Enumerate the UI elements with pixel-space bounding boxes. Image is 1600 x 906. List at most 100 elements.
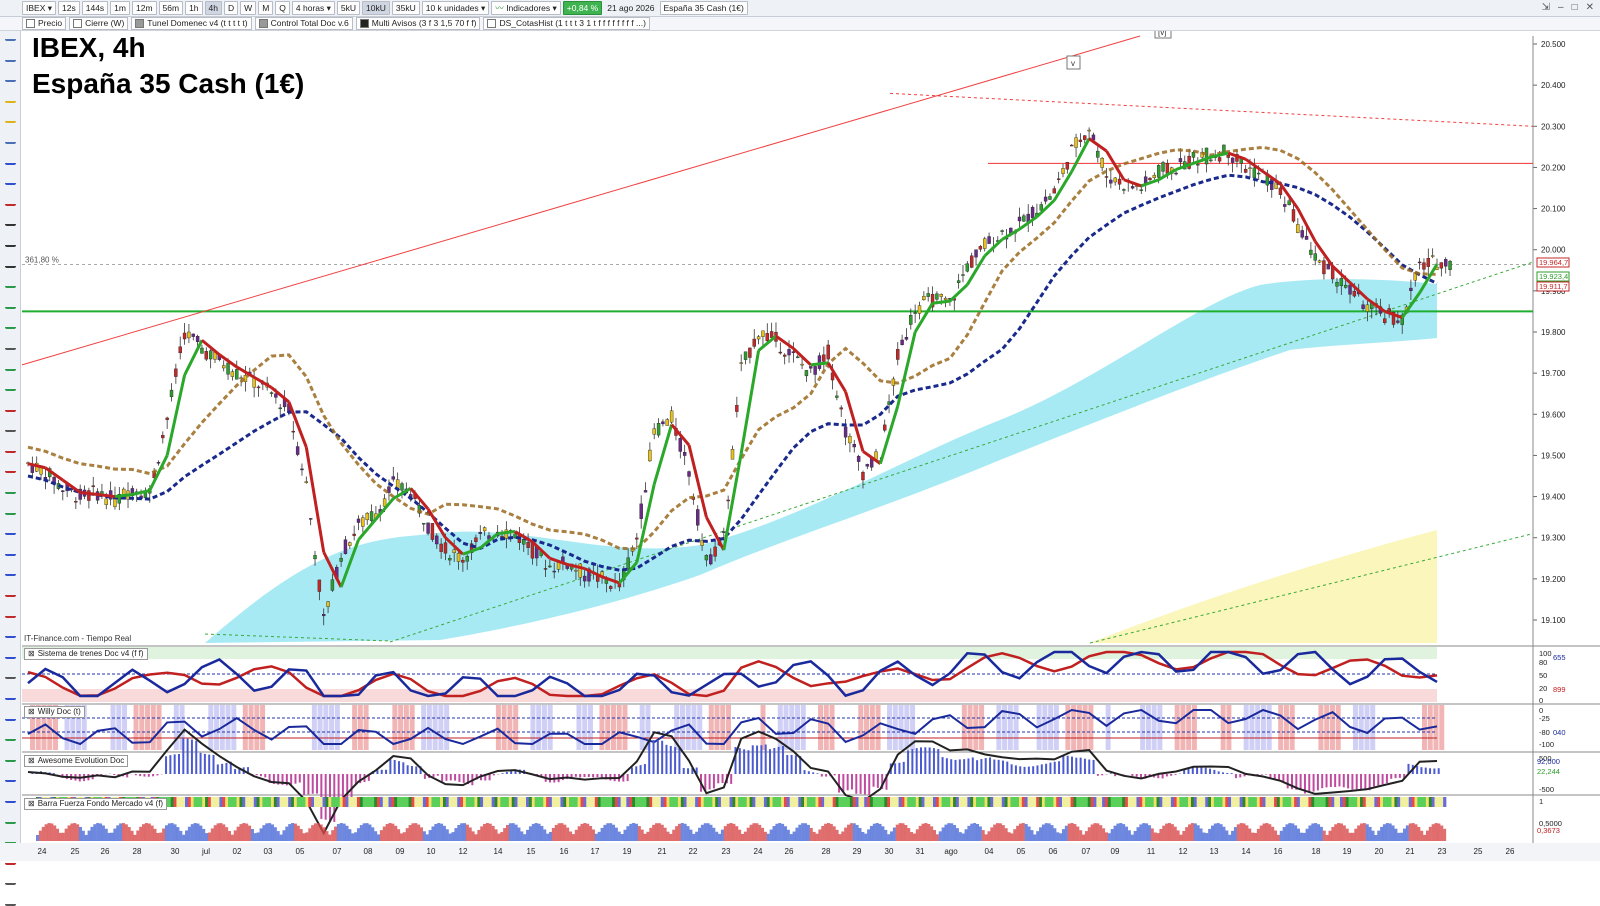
tf-4h-button[interactable]: 4h xyxy=(204,1,223,15)
fuerza-bottom-bar xyxy=(259,828,263,841)
fuerza-top-bar xyxy=(663,797,667,807)
tf-12s-button[interactable]: 12s xyxy=(58,1,80,15)
close-icon[interactable]: ⊠ xyxy=(28,707,35,717)
tf-q-button[interactable]: Q xyxy=(275,1,290,15)
fuerza-top-bar xyxy=(483,797,487,807)
candle-body xyxy=(1283,204,1287,207)
fuerza-top-bar xyxy=(1211,797,1215,807)
symbol-select[interactable]: IBEX ▾ xyxy=(22,1,57,15)
indicator-cierre[interactable]: Cierre (W) xyxy=(69,17,129,30)
tf-144s-button[interactable]: 144s xyxy=(81,1,109,15)
fuerza-top-bar xyxy=(1259,797,1263,807)
fuerza-bottom-bar xyxy=(1365,824,1369,841)
indicator-control-total[interactable]: Control Total Doc v.6 xyxy=(254,17,353,30)
tf-m-button[interactable]: M xyxy=(258,1,274,15)
fuerza-top-bar xyxy=(652,797,656,807)
unit-10ku-button[interactable]: 10kU xyxy=(362,1,390,15)
x-tick-label: 07 xyxy=(1082,847,1091,856)
fuerza-bottom-bar xyxy=(399,833,403,841)
fuerza-bottom-bar xyxy=(1380,826,1384,841)
fuerza-top-bar xyxy=(1345,797,1349,807)
tool-icon[interactable] xyxy=(4,878,16,886)
close-icon[interactable]: ⊠ xyxy=(28,649,35,659)
fuerza-bottom-bar xyxy=(978,826,982,841)
fuerza-bottom-bar xyxy=(339,823,343,841)
panel-label-barra[interactable]: ⊠ Barra Fuerza Fondo Mercado v4 (f) xyxy=(24,798,168,810)
candle-body xyxy=(778,351,783,354)
fuerza-bottom-bar xyxy=(176,827,180,841)
price-chart[interactable]: 20.500 20.400 20.300 20.200 20.100 20.000 19.9… xyxy=(0,31,1600,861)
panel-label-willy[interactable]: ⊠ Willy Doc (t) xyxy=(24,706,85,718)
checkbox-icon xyxy=(26,19,35,28)
fuerza-bottom-bar xyxy=(1139,824,1143,841)
fast-average-segment xyxy=(497,530,516,536)
tf-1h-button[interactable]: 1h xyxy=(185,1,203,15)
indicator-tunel[interactable]: Tunel Domenec v4 (t t t t t) xyxy=(131,17,252,30)
tf-1m-button[interactable]: 1m xyxy=(110,1,130,15)
fuerza-bottom-bar xyxy=(890,831,894,841)
indicator-precio[interactable]: Precio xyxy=(22,17,67,30)
fuerza-bottom-bar xyxy=(144,823,148,841)
fuerza-bottom-bar xyxy=(382,826,386,841)
minimize-icon[interactable]: – xyxy=(1558,2,1564,13)
fuerza-top-bar xyxy=(1342,797,1347,807)
y-tick-label: 20.300 xyxy=(1541,122,1566,131)
unit-35ku-button[interactable]: 35kU xyxy=(391,1,420,15)
fuerza-top-bar xyxy=(950,797,954,807)
close-icon[interactable]: ✕ xyxy=(1586,2,1594,13)
candle-body xyxy=(187,331,191,339)
fuerza-bottom-bar xyxy=(821,825,825,841)
fuerza-top-bar xyxy=(1173,797,1177,807)
candle-body xyxy=(226,362,230,375)
panel-label-trenes[interactable]: ⊠ Sistema de trenes Doc v4 (f f) xyxy=(24,648,148,660)
fuerza-bottom-bar xyxy=(649,827,653,841)
candle-body xyxy=(974,249,978,258)
fuerza-bottom-bar xyxy=(892,827,896,841)
fuerza-top-bar xyxy=(574,797,578,807)
tool-icon[interactable] xyxy=(4,899,16,906)
fuerza-bottom-bar xyxy=(1434,823,1438,841)
fuerza-bottom-bar xyxy=(316,823,320,841)
fuerza-bottom-bar xyxy=(1259,825,1263,841)
fuerza-top-bar xyxy=(1339,797,1344,807)
indicator-multi-avisos[interactable]: Multi Avisos (3 f 3 1,5 70 f f) xyxy=(355,17,481,30)
indicator-label: Cierre (W) xyxy=(85,18,125,28)
fuerza-bottom-bar xyxy=(345,825,349,841)
fuerza-bottom-bar xyxy=(523,834,527,841)
x-tick-label: 07 xyxy=(333,847,342,856)
tf-12m-button[interactable]: 12m xyxy=(131,1,157,15)
tf-w-button[interactable]: W xyxy=(240,1,257,15)
fuerza-bottom-bar xyxy=(1110,829,1114,841)
candle-body xyxy=(769,331,774,338)
maximize-icon[interactable]: □ xyxy=(1572,2,1578,13)
fuerza-top-bar xyxy=(1133,797,1137,807)
close-icon[interactable]: ⊠ xyxy=(28,799,35,809)
fuerza-bottom-bar xyxy=(56,828,60,841)
candle-body xyxy=(813,366,817,375)
fuerza-top-bar xyxy=(425,797,429,807)
fuerza-bottom-bar xyxy=(440,823,444,841)
fuerza-bottom-bar xyxy=(460,823,464,841)
period-select[interactable]: 4 horas ▾ xyxy=(291,1,335,15)
close-icon[interactable]: ⊠ xyxy=(28,756,35,766)
candle-body xyxy=(1448,260,1452,270)
pin-icon[interactable]: ⇲ xyxy=(1542,2,1550,13)
candle-body xyxy=(978,246,983,250)
fuerza-bottom-bar xyxy=(477,829,481,841)
fuerza-top-bar xyxy=(1288,797,1292,807)
fuerza-top-bar xyxy=(778,797,782,807)
indicator-ds-cotas[interactable]: DS_CotasHist (1 t t t 3 1 t f f f f f f … xyxy=(483,17,650,30)
unit-5ku-button[interactable]: 5kU xyxy=(336,1,361,15)
fuerza-bottom-bar xyxy=(273,827,277,841)
panel-label-awesome[interactable]: ⊠ Awesome Evolution Doc xyxy=(24,755,129,767)
units-select[interactable]: 10 k unidades ▾ xyxy=(421,1,490,15)
indicators-button[interactable]: 〰 Indicadores ▾ xyxy=(491,1,561,15)
tf-d-button[interactable]: D xyxy=(224,1,239,15)
fuerza-bottom-bar xyxy=(1053,828,1057,841)
fuerza-top-bar xyxy=(715,797,719,807)
tf-56m-button[interactable]: 56m xyxy=(158,1,184,15)
fuerza-bottom-bar xyxy=(1239,823,1243,841)
candle-body xyxy=(965,263,970,272)
fuerza-bottom-bar xyxy=(1420,830,1424,841)
candle-body xyxy=(178,346,182,354)
